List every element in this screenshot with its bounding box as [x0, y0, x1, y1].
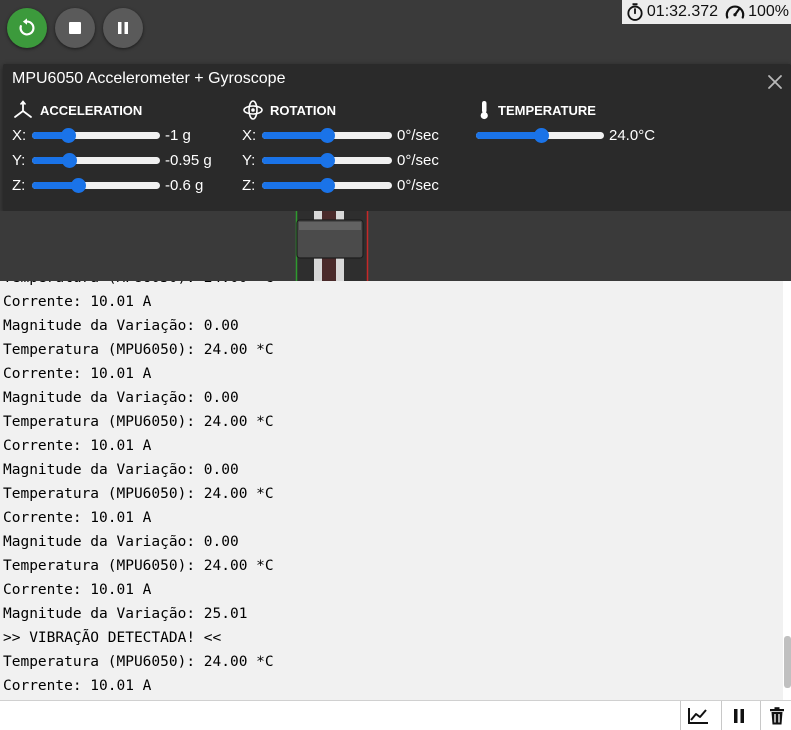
stop-button[interactable]	[55, 8, 95, 48]
slider-thumb[interactable]	[60, 128, 76, 143]
axes-icon	[14, 100, 32, 118]
serial-line: Corrente: 10.01 A	[3, 510, 152, 526]
rotation-section: ROTATION X: 0°/sec Y: 0°/sec Z: 0°/sec	[242, 100, 439, 198]
simulation-timer: 01:32.372	[646, 3, 719, 20]
axis-label: Z:	[242, 177, 256, 194]
simulation-stats: 01:32.372 100%	[621, 0, 791, 24]
serial-line: Temperatura (MPU6050): 24.00 *C	[3, 281, 274, 290]
sensor-control-panel: MPU6050 Accelerometer + Gyroscope ACCELE…	[3, 64, 791, 211]
temperature-row: 24.0°C	[476, 123, 655, 148]
serial-line: Corrente: 10.01 A	[3, 294, 152, 310]
serial-line: Corrente: 10.01 A	[3, 678, 152, 694]
restart-icon	[19, 18, 35, 36]
serial-line: Magnitude da Variação: 0.00	[3, 390, 239, 406]
gyro-icon	[243, 100, 263, 120]
chart-icon	[688, 707, 708, 724]
serial-line: Magnitude da Variação: 25.01	[3, 606, 248, 622]
slider-thumb[interactable]	[71, 178, 87, 193]
slider-thumb[interactable]	[320, 128, 335, 143]
serial-line: Magnitude da Variação: 0.00	[3, 318, 239, 334]
rotation-y-value: 0°/sec	[397, 152, 439, 169]
slider-thumb[interactable]	[320, 178, 335, 193]
rotation-y-row: Y: 0°/sec	[242, 148, 439, 173]
rotation-x-slider[interactable]	[262, 128, 392, 143]
rotation-z-slider[interactable]	[262, 178, 392, 193]
temperature-section: TEMPERATURE 24.0°C	[476, 100, 655, 148]
acceleration-x-row: X: -1 g	[12, 123, 212, 148]
serial-pause-button[interactable]	[721, 701, 756, 730]
serial-line: Temperatura (MPU6050): 24.00 *C	[3, 342, 274, 358]
stop-icon	[69, 22, 81, 34]
speedometer-icon	[724, 2, 746, 22]
simulation-toolbar: 01:32.372 100%	[0, 0, 791, 62]
stopwatch-icon	[625, 2, 645, 22]
scrollbar-thumb[interactable]	[784, 636, 791, 688]
rotation-z-row: Z: 0°/sec	[242, 173, 439, 198]
serial-line: Corrente: 10.01 A	[3, 582, 152, 598]
acceleration-heading: ACCELERATION	[40, 102, 143, 118]
acceleration-z-value: -0.6 g	[165, 177, 204, 194]
rotation-z-value: 0°/sec	[397, 177, 439, 194]
simulation-speed: 100%	[748, 3, 789, 20]
acceleration-x-value: -1 g	[165, 127, 191, 144]
restart-button[interactable]	[7, 8, 47, 48]
component-graphic	[295, 211, 369, 281]
temperature-heading: TEMPERATURE	[498, 102, 596, 118]
serial-monitor[interactable]: Temperatura (MPU6050): 24.00 *C Corrente:…	[0, 281, 783, 700]
pause-icon	[734, 708, 744, 723]
rotation-x-row: X: 0°/sec	[242, 123, 439, 148]
acceleration-z-row: Z: -0.6 g	[12, 173, 212, 198]
axis-label: Y:	[12, 152, 26, 169]
close-icon[interactable]	[767, 74, 783, 90]
acceleration-x-slider[interactable]	[32, 128, 160, 143]
serial-line: Corrente: 10.01 A	[3, 438, 152, 454]
acceleration-y-row: Y: -0.95 g	[12, 148, 212, 173]
serial-scrollbar[interactable]	[783, 281, 791, 700]
trash-icon	[769, 706, 784, 724]
plotter-button[interactable]	[680, 701, 715, 730]
serial-line: Temperatura (MPU6050): 24.00 *C	[3, 414, 274, 430]
rotation-y-slider[interactable]	[262, 153, 392, 168]
serial-line: Temperatura (MPU6050): 24.00 *C	[3, 654, 274, 670]
thermometer-icon	[480, 101, 488, 120]
slider-thumb[interactable]	[62, 153, 78, 168]
axis-label: Z:	[12, 177, 26, 194]
slider-thumb[interactable]	[320, 153, 335, 168]
serial-toolbar	[0, 700, 791, 730]
acceleration-z-slider[interactable]	[32, 178, 160, 193]
acceleration-y-slider[interactable]	[32, 153, 160, 168]
slider-thumb[interactable]	[534, 128, 550, 143]
serial-line: Magnitude da Variação: 0.00	[3, 534, 239, 550]
serial-output: Temperatura (MPU6050): 24.00 *C Corrente:…	[3, 281, 274, 698]
rotation-heading: ROTATION	[270, 102, 336, 118]
serial-line: Corrente: 10.01 A	[3, 366, 152, 382]
acceleration-section: ACCELERATION X: -1 g Y: -0.95 g Z: -0.6 …	[12, 100, 212, 198]
serial-line: Magnitude da Variação: 0.00	[3, 462, 239, 478]
rotation-x-value: 0°/sec	[397, 127, 439, 144]
axis-label: X:	[12, 127, 27, 144]
temperature-slider[interactable]	[476, 128, 604, 143]
pause-button[interactable]	[103, 8, 143, 48]
acceleration-y-value: -0.95 g	[165, 152, 212, 169]
temperature-value: 24.0°C	[609, 127, 656, 144]
serial-line: Temperatura (MPU6050): 24.00 *C	[3, 558, 274, 574]
serial-line: Temperatura (MPU6050): 24.00 *C	[3, 486, 274, 502]
axis-label: X:	[242, 127, 257, 144]
panel-title: MPU6050 Accelerometer + Gyroscope	[12, 70, 286, 87]
serial-line: >> VIBRAÇÃO DETECTADA! <<	[3, 630, 222, 646]
axis-label: Y:	[242, 152, 256, 169]
circuit-canvas[interactable]	[0, 211, 791, 281]
pause-icon	[118, 22, 128, 34]
clear-serial-button[interactable]	[760, 701, 791, 730]
